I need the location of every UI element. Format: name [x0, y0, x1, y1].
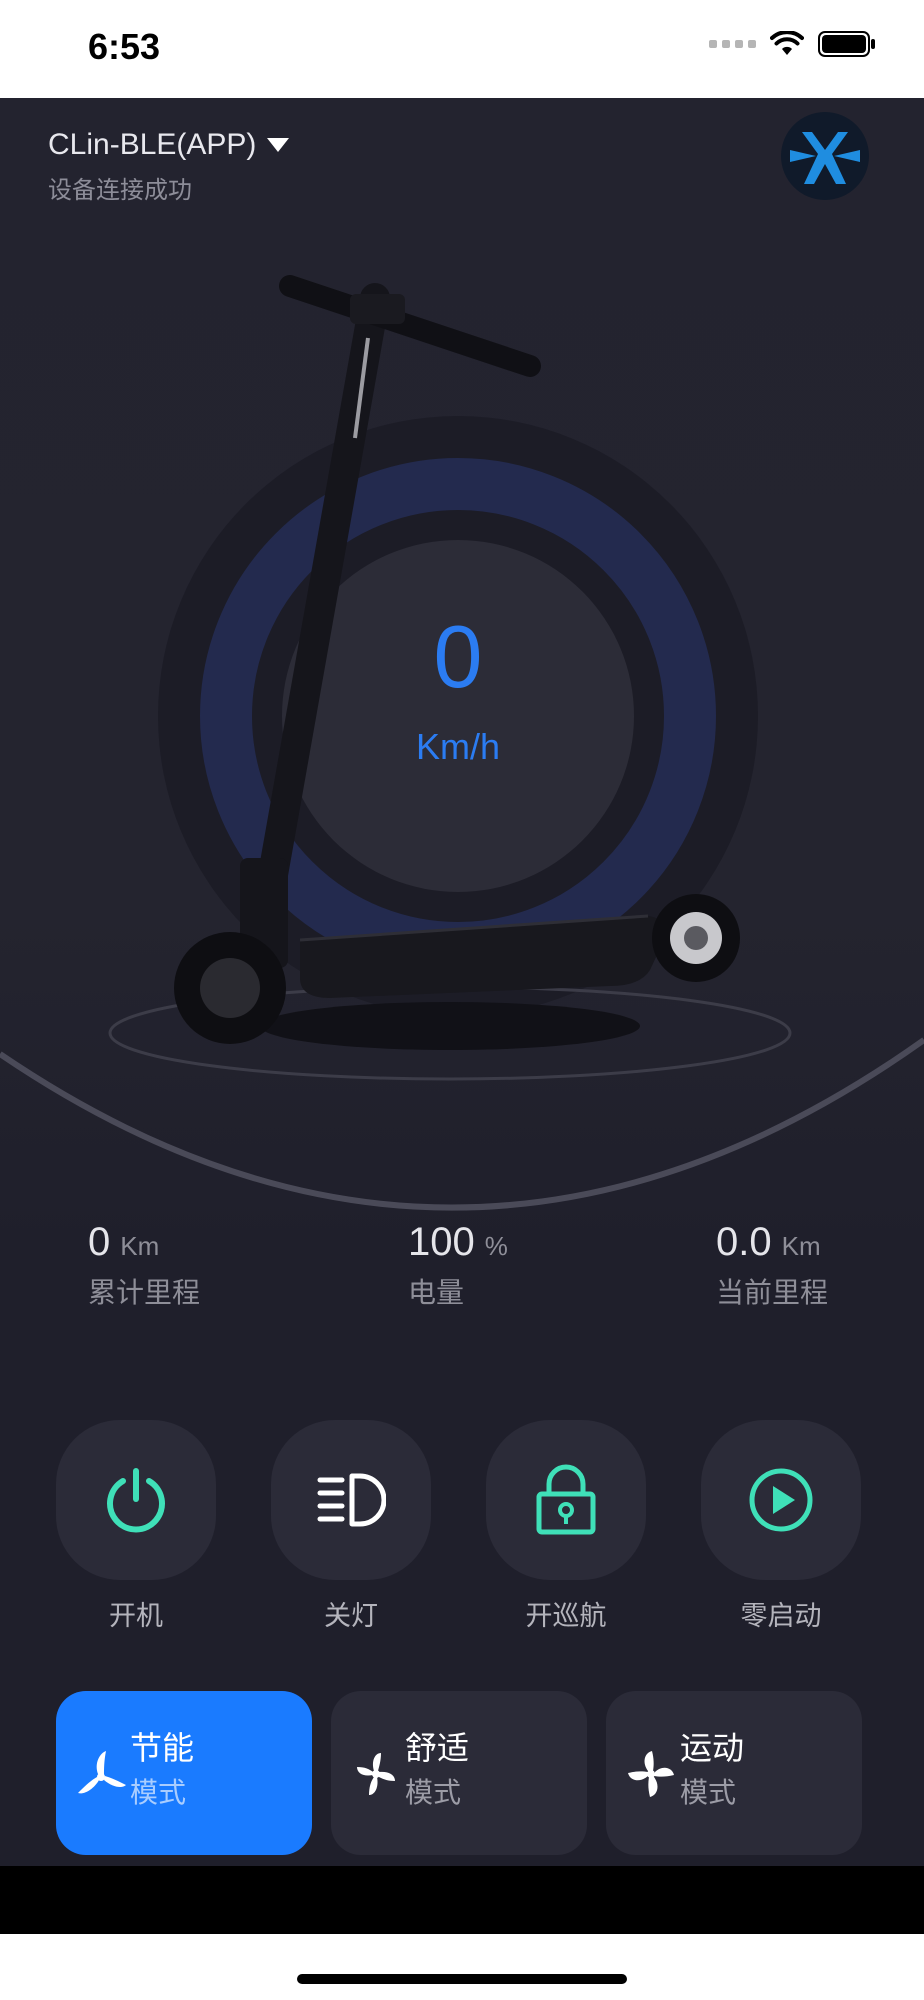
light-label: 关灯 [324, 1601, 378, 1632]
light-control[interactable]: 关灯 [271, 1420, 431, 1633]
fan-icon [357, 1753, 395, 1795]
device-name: CLin-BLE(APP) [48, 128, 257, 161]
fan-icon [78, 1751, 126, 1794]
wifi-icon [770, 31, 804, 55]
fan-icon [628, 1751, 674, 1797]
power-control[interactable]: 开机 [56, 1420, 216, 1633]
stat-label: 电量 [408, 1276, 465, 1309]
dropdown-arrow-icon [267, 138, 290, 152]
stat-current-mileage: 0.0 Km 当前里程 [716, 1220, 828, 1311]
status-icons [709, 30, 876, 58]
connection-status: 设备连接成功 [48, 176, 192, 204]
stat-value: 0.0 [716, 1220, 772, 1264]
play-icon [749, 1468, 813, 1532]
stat-battery: 100 % 电量 [408, 1220, 508, 1311]
cellular-signal-icon [709, 40, 756, 48]
power-icon [107, 1468, 165, 1533]
headlight-icon [317, 1473, 386, 1527]
mode-subtitle: 模式 [130, 1776, 187, 1809]
stat-total-mileage: 0 Km 累计里程 [88, 1220, 200, 1311]
power-label: 开机 [109, 1601, 163, 1632]
bottom-bar [0, 1866, 924, 1934]
battery-icon [818, 31, 875, 57]
brand-logo-icon[interactable] [780, 106, 870, 206]
mode-name: 节能 [130, 1729, 195, 1767]
light-button[interactable] [271, 1420, 431, 1580]
zero-start-button[interactable] [701, 1420, 861, 1580]
app-screen: CLin-BLE(APP) 设备连接成功 0 Km/h 0 Km 累计里程 10… [0, 98, 924, 1866]
speed-value: 0 [433, 607, 483, 706]
stat-value: 0 [88, 1220, 111, 1264]
mode-sport[interactable]: 运动 模式 [606, 1691, 862, 1855]
mode-eco[interactable]: 节能 模式 [56, 1691, 312, 1855]
stat-label: 累计里程 [88, 1276, 201, 1309]
power-button[interactable] [56, 1420, 216, 1580]
status-time: 6:53 [88, 26, 161, 67]
cruise-button[interactable] [486, 1420, 646, 1580]
mode-subtitle: 模式 [680, 1776, 737, 1809]
home-indicator-area [0, 1934, 924, 2000]
stat-value: 100 [408, 1220, 475, 1264]
stat-unit: % [484, 1231, 508, 1261]
zero-start-label: 零启动 [740, 1601, 822, 1632]
cruise-label: 开巡航 [525, 1601, 607, 1632]
cruise-control[interactable]: 开巡航 [486, 1420, 646, 1633]
device-selector[interactable]: CLin-BLE(APP) [48, 128, 290, 162]
speed-unit: Km/h [415, 726, 501, 767]
home-indicator[interactable] [297, 1974, 627, 1984]
mode-name: 舒适 [405, 1729, 470, 1767]
mode-subtitle: 模式 [405, 1776, 462, 1809]
mode-name: 运动 [680, 1729, 745, 1767]
lock-open-icon [536, 1464, 596, 1535]
stat-unit: Km [120, 1231, 160, 1261]
stat-label: 当前里程 [716, 1276, 829, 1309]
status-bar: 6:53 [0, 0, 924, 98]
zero-start-control[interactable]: 零启动 [701, 1420, 861, 1633]
mode-comfort[interactable]: 舒适 模式 [331, 1691, 587, 1855]
stat-unit: Km [781, 1231, 821, 1261]
